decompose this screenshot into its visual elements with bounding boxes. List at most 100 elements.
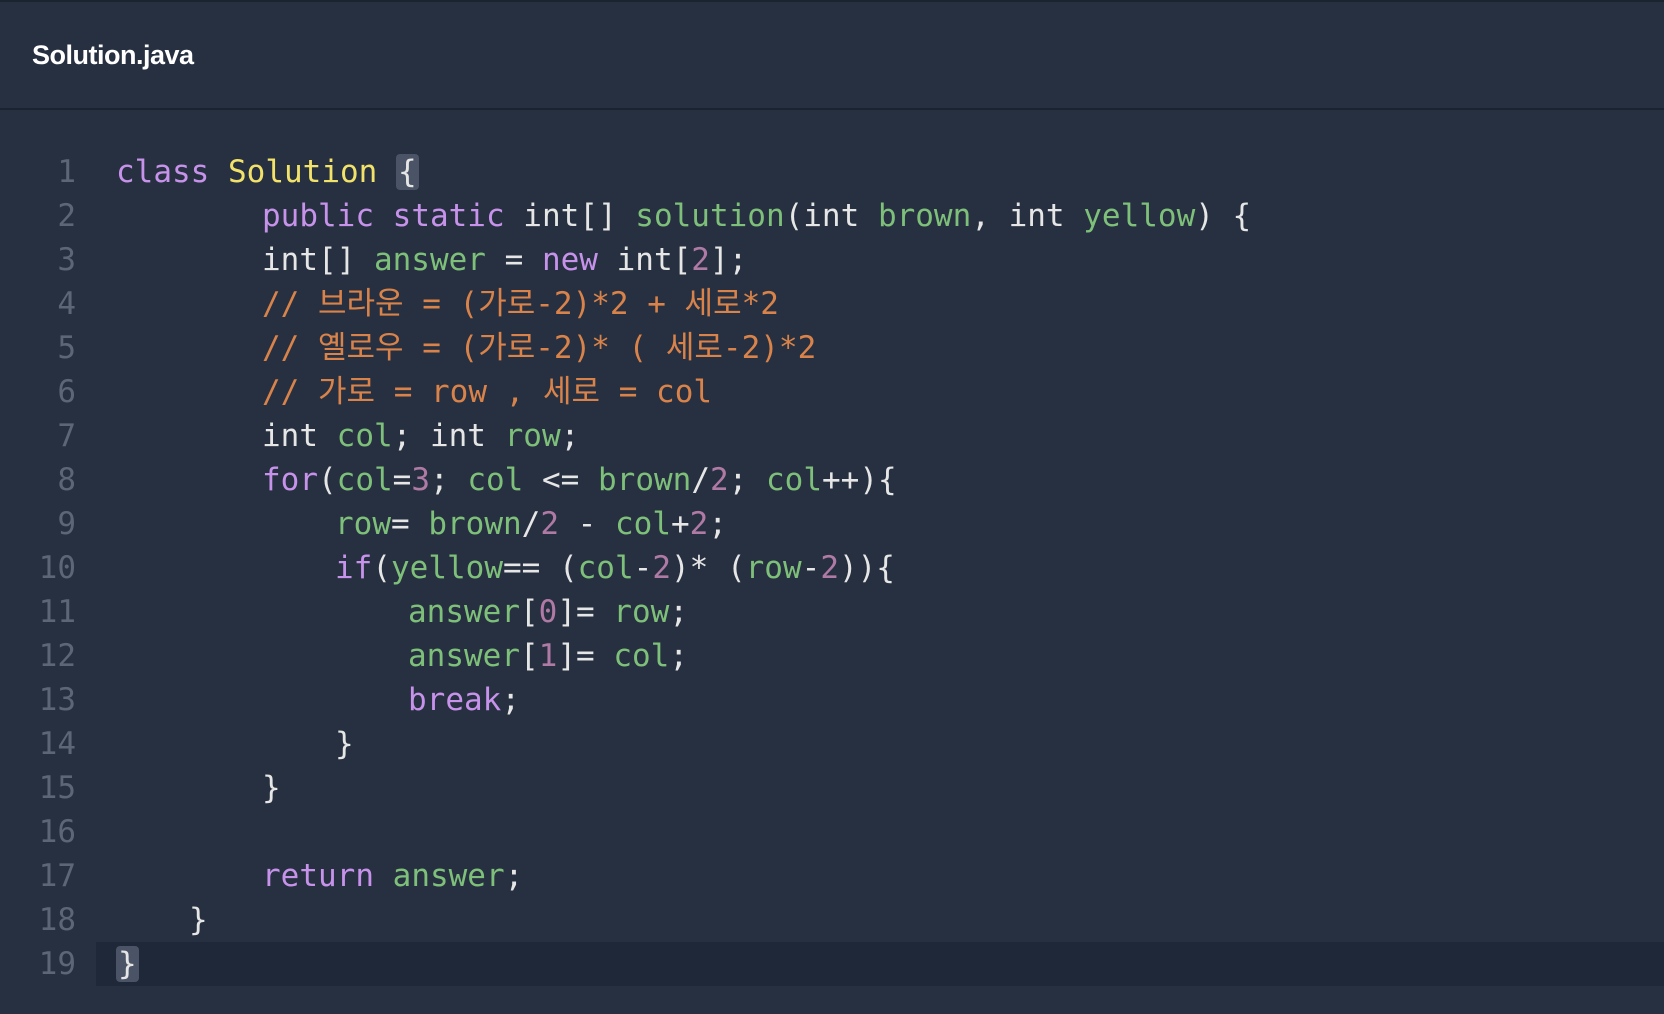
- text-token: ; int: [392, 418, 505, 454]
- keyword-token: public: [262, 198, 374, 234]
- code-text: // 브라운 = (가로-2)*2 + 세로*2: [116, 282, 779, 326]
- code-editor: Solution.java 1 class Solution {2 public s…: [0, 0, 1664, 1014]
- identifier-token: col: [577, 550, 634, 586]
- identifier-token: solution: [635, 198, 785, 234]
- line-number: 4: [57, 286, 76, 322]
- code-line[interactable]: 12 answer[1]= col;: [0, 634, 1664, 678]
- comment-token: // 옐로우 = (가로-2)* ( 세로-2)*2: [262, 330, 817, 366]
- code-line[interactable]: 16: [0, 810, 1664, 854]
- identifier-token: col: [766, 462, 822, 498]
- line-number: 18: [38, 902, 76, 938]
- text-token: ;: [669, 638, 688, 674]
- line-number: 6: [57, 374, 76, 410]
- line-number: 1: [57, 154, 76, 190]
- line-number: 17: [38, 858, 76, 894]
- identifier-token: row: [335, 506, 391, 542]
- text-token: }: [189, 902, 208, 938]
- comment-token: // 가로 = row , 세로 = col: [262, 374, 713, 410]
- code-text: }: [116, 898, 208, 942]
- code-line[interactable]: 6 // 가로 = row , 세로 = col: [0, 370, 1664, 414]
- text-token: +: [671, 506, 690, 542]
- text-token: ) {: [1195, 198, 1252, 234]
- code-text: return answer;: [116, 854, 523, 898]
- keyword-token: if: [335, 550, 373, 586]
- code-line[interactable]: 4 // 브라운 = (가로-2)*2 + 세로*2: [0, 282, 1664, 326]
- code-line[interactable]: 8 for(col=3; col <= brown/2; col++){: [0, 458, 1664, 502]
- class-name-token: Solution: [228, 154, 378, 190]
- code-line[interactable]: 9 row= brown/2 - col+2;: [0, 502, 1664, 546]
- keyword-token: for: [262, 462, 318, 498]
- code-text: break;: [116, 678, 520, 722]
- identifier-token: yellow: [391, 550, 503, 586]
- number-token: 1: [538, 638, 558, 674]
- code-text: row= brown/2 - col+2;: [116, 502, 727, 546]
- identifier-token: row: [613, 594, 670, 630]
- text-token: [: [519, 638, 539, 674]
- code-line[interactable]: 19}: [39, 942, 1664, 986]
- code-area[interactable]: 1 class Solution {2 public static int[] so…: [0, 150, 1664, 986]
- text-token: ;: [669, 594, 688, 630]
- line-number: 8: [57, 462, 76, 498]
- code-text: for(col=3; col <= brown/2; col++){: [116, 458, 897, 502]
- identifier-token: yellow: [1083, 198, 1196, 234]
- identifier-token: brown: [598, 462, 692, 498]
- line-number: 3: [57, 242, 76, 278]
- number-token: 3: [411, 462, 431, 498]
- text-token: -: [559, 506, 615, 542]
- text-token: int[]: [262, 242, 374, 278]
- text-token: int[: [597, 242, 692, 278]
- identifier-token: answer: [373, 242, 486, 278]
- identifier-token: answer: [392, 858, 505, 894]
- text-token: -: [633, 550, 653, 586]
- text-token: ;: [708, 506, 728, 542]
- line-number: 19: [38, 946, 76, 982]
- code-line[interactable]: 14}: [0, 722, 1664, 766]
- text-token: /: [691, 462, 710, 498]
- code-line[interactable]: 18}: [0, 898, 1664, 942]
- text-token: ++){: [822, 462, 897, 498]
- text-token: ]=: [557, 594, 614, 630]
- text-token: (: [372, 550, 391, 586]
- file-name-tab[interactable]: Solution.java: [32, 40, 194, 71]
- text-token: -: [801, 550, 821, 586]
- code-line[interactable]: 13 break;: [0, 678, 1664, 722]
- code-line[interactable]: 7 int col; int row;: [0, 414, 1664, 458]
- text-token: ;: [560, 418, 580, 454]
- code-text: class Solution {: [116, 150, 419, 194]
- keyword-token: break: [408, 682, 502, 718]
- code-text: }: [116, 942, 139, 986]
- code-line[interactable]: 5 // 옐로우 = (가로-2)* ( 세로-2)*2: [0, 326, 1664, 370]
- line-number: 14: [38, 726, 76, 762]
- code-line[interactable]: 17 return answer;: [0, 854, 1664, 898]
- identifier-token: col: [615, 506, 671, 542]
- code-line[interactable]: 11 answer[0]= row;: [0, 590, 1664, 634]
- comment-token: // 브라운 = (가로-2)*2 + 세로*2: [262, 286, 779, 322]
- keyword-token: class: [116, 154, 210, 190]
- line-number: 9: [57, 506, 76, 542]
- identifier-token: brown: [428, 506, 522, 542]
- code-line[interactable]: 15}: [0, 766, 1664, 810]
- text-token: ;: [430, 462, 468, 498]
- line-number: 10: [38, 550, 76, 586]
- text-token: ]=: [557, 638, 614, 674]
- code-text: }: [116, 766, 281, 810]
- line-number: 11: [38, 594, 76, 630]
- code-line[interactable]: 10 if(yellow== (col-2)* (row-2)){: [0, 546, 1664, 590]
- identifier-token: row: [504, 418, 561, 454]
- text-token: =: [392, 462, 412, 498]
- text-token: (int: [784, 198, 878, 234]
- code-line[interactable]: 2 public static int[] solution(int brown,…: [0, 194, 1664, 238]
- code-line[interactable]: 1 class Solution {: [0, 150, 1664, 194]
- text-token: }: [335, 726, 354, 762]
- code-text: int col; int row;: [116, 414, 579, 458]
- text-token: )* (: [670, 550, 746, 586]
- matching-brace-highlight: }: [116, 946, 139, 982]
- line-number: 12: [38, 638, 76, 674]
- code-line[interactable]: 3 int[] answer = new int[2];: [0, 238, 1664, 282]
- code-text: answer[0]= row;: [116, 590, 688, 634]
- code-text: // 가로 = row , 세로 = col: [116, 370, 712, 414]
- text-token: int: [262, 418, 337, 454]
